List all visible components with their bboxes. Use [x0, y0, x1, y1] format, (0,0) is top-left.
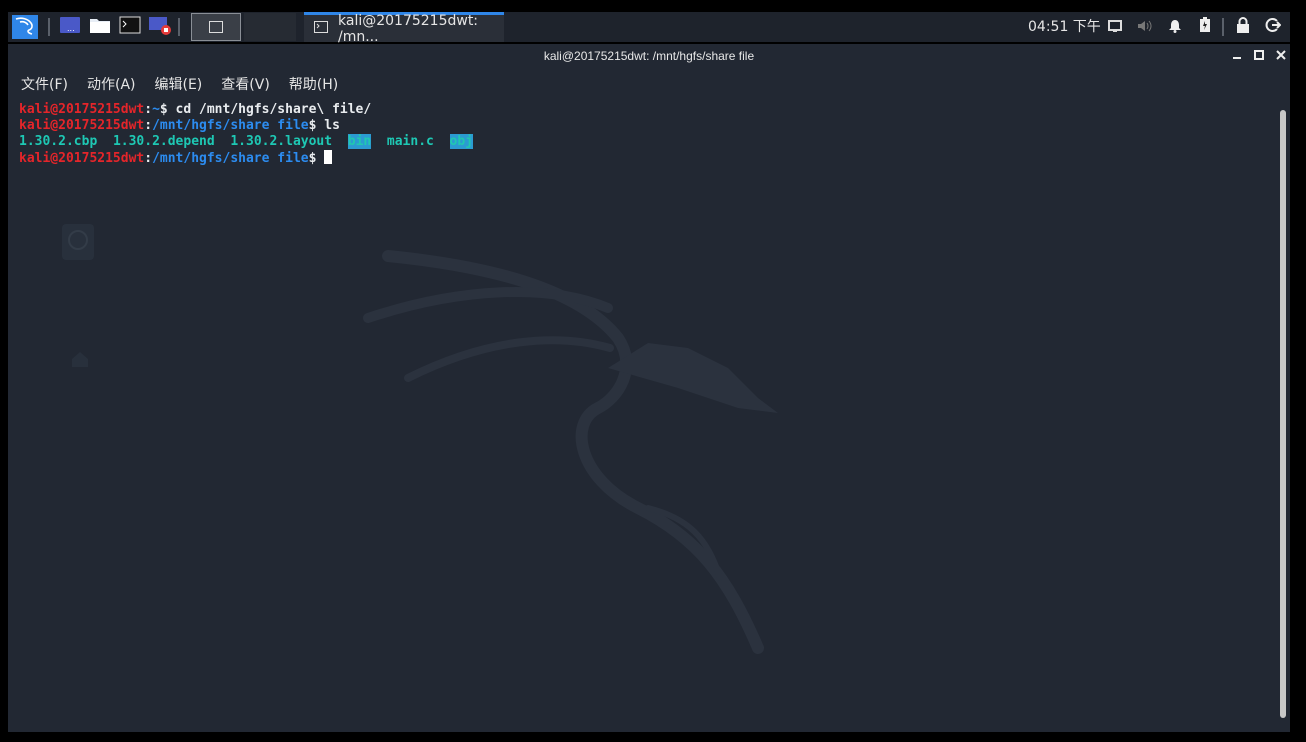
window-titlebar[interactable]: kali@20175215dwt: /mnt/hgfs/share file [8, 44, 1290, 70]
terminal-line: kali@20175215dwt:~$ cd /mnt/hgfs/share\ … [19, 102, 371, 117]
command-text: ls [324, 118, 340, 133]
minimize-button[interactable] [1230, 49, 1244, 63]
maximize-button[interactable] [1252, 49, 1266, 63]
prompt-symbol: $ [308, 151, 325, 166]
file-entry: 1.30.2.layout [230, 134, 333, 149]
files-launcher[interactable] [88, 15, 112, 39]
show-desktop-button[interactable]: ... [58, 15, 82, 39]
terminal-window: kali@20175215dwt: /mnt/hgfs/share file 文… [8, 44, 1290, 732]
taskbar-item-label: kali@20175215dwt: /mn... [338, 12, 479, 45]
kali-dragon-watermark [363, 250, 778, 654]
menu-view[interactable]: 查看(V) [221, 74, 270, 94]
scrollbar[interactable] [1280, 110, 1286, 718]
logout-icon [1265, 17, 1282, 37]
close-button[interactable] [1274, 49, 1288, 63]
prompt-path: ~ [152, 102, 160, 117]
window-title: kali@20175215dwt: /mnt/hgfs/share file [543, 49, 755, 63]
menu-file[interactable]: 文件(F) [21, 74, 68, 94]
terminal-launcher[interactable] [118, 15, 142, 39]
lock-icon [1236, 17, 1250, 37]
terminal-icon [314, 20, 328, 37]
prompt-separator: : [144, 151, 153, 166]
volume-icon [1137, 18, 1153, 37]
folder-icon [89, 16, 111, 38]
logout-button[interactable] [1264, 18, 1282, 36]
terminal-line: kali@20175215dwt:/mnt/hgfs/share file$ [19, 150, 333, 166]
prompt-path: /mnt/hgfs/share file [152, 151, 309, 166]
menu-edit[interactable]: 编辑(E) [155, 74, 203, 94]
prompt-symbol: $ [159, 102, 176, 117]
prompt-separator: : [144, 102, 153, 117]
file-entry: main.c [386, 134, 434, 149]
prompt-symbol: $ [308, 118, 325, 133]
workspace-1[interactable] [191, 13, 241, 41]
show-desktop-icon: ... [59, 16, 81, 38]
command-text: cd /mnt/hgfs/share\ file/ [175, 102, 372, 117]
lock-screen-button[interactable] [1234, 17, 1252, 37]
prompt-path: /mnt/hgfs/share file [152, 118, 309, 133]
panel-separator [178, 18, 180, 36]
notifications-button[interactable] [1166, 18, 1184, 36]
minimize-icon [1232, 49, 1242, 63]
desktop-drive-icon [60, 222, 96, 266]
terminal-area[interactable]: kali@20175215dwt:~$ cd /mnt/hgfs/share\ … [8, 98, 1276, 732]
desktop: ... kali@20175215dwt: /mn... 04:51 下午 ka… [0, 0, 1306, 742]
menu-help[interactable]: 帮助(H) [289, 74, 338, 94]
file-entry: 1.30.2.cbp [19, 134, 98, 149]
clock[interactable]: 04:51 下午 [1028, 12, 1101, 42]
bell-icon [1168, 18, 1182, 37]
ls-output: 1.30.2.cbp 1.30.2.depend 1.30.2.layout b… [19, 134, 473, 149]
volume-button[interactable] [1136, 18, 1154, 36]
battery-icon [1199, 17, 1211, 37]
terminal-line: kali@20175215dwt:/mnt/hgfs/share file$ l… [19, 118, 340, 133]
screen-recorder-launcher[interactable] [148, 15, 172, 39]
top-panel: ... kali@20175215dwt: /mn... 04:51 下午 [8, 12, 1290, 45]
menu-bar: 文件(F) 动作(A) 编辑(E) 查看(V) 帮助(H) [8, 70, 1290, 98]
menu-action[interactable]: 动作(A) [87, 74, 136, 94]
terminal-icon [209, 18, 223, 37]
directory-entry: obj [449, 134, 473, 149]
kali-dragon-icon [14, 15, 36, 39]
workspace-2[interactable] [244, 13, 296, 41]
close-icon [1276, 49, 1286, 63]
maximize-icon [1254, 49, 1264, 63]
prompt-user: kali@20175215dwt [19, 102, 145, 117]
desktop-home-icon [70, 350, 90, 372]
svg-text:...: ... [67, 24, 75, 33]
directory-entry: bin [347, 134, 372, 149]
text-cursor [324, 150, 333, 164]
taskbar-item-terminal[interactable]: kali@20175215dwt: /mn... [304, 12, 504, 45]
battery-button[interactable] [1196, 17, 1214, 37]
prompt-user: kali@20175215dwt [19, 118, 145, 133]
screen-recorder-icon [148, 15, 172, 39]
panel-separator [48, 18, 50, 36]
kali-menu-button[interactable] [12, 15, 38, 39]
file-entry: 1.30.2.depend [112, 134, 215, 149]
prompt-separator: : [144, 118, 153, 133]
display-icon [1108, 18, 1122, 37]
prompt-user: kali@20175215dwt [19, 151, 145, 166]
display-tray-button[interactable] [1106, 18, 1124, 36]
terminal-icon [119, 16, 141, 38]
panel-separator [1222, 18, 1224, 36]
